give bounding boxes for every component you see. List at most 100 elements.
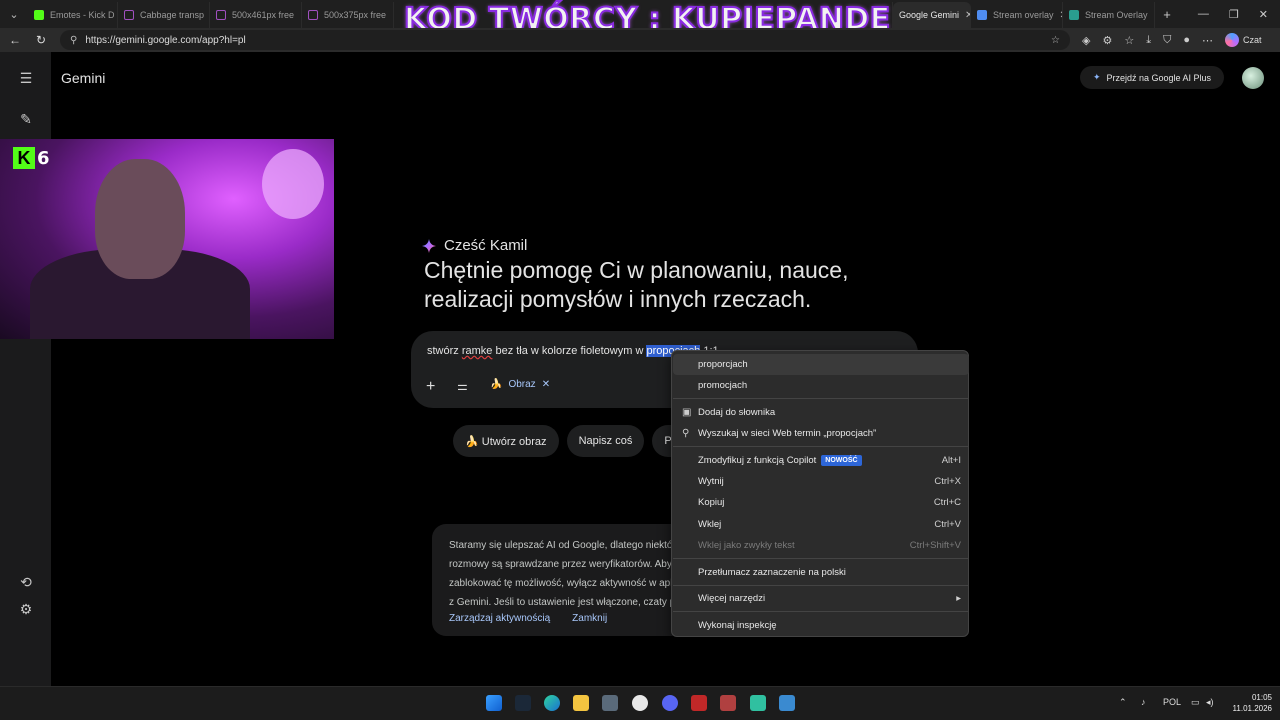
tab-label: Google Gemini <box>899 10 960 20</box>
clock-time: 01:05 <box>1251 693 1272 702</box>
add-attachment-icon[interactable]: + <box>426 378 435 396</box>
edge-icon[interactable] <box>544 695 560 711</box>
obs-icon[interactable] <box>632 695 648 711</box>
shortcut-label: Ctrl+X <box>934 476 961 487</box>
start-windows-icon[interactable] <box>486 695 502 711</box>
notice-links: Zarządzaj aktywnością Zamknij <box>449 609 607 628</box>
upgrade-label: Przejdź na Google AI Plus <box>1106 72 1212 83</box>
paste-plain-item: Wklej jako zwykły tekst Ctrl+Shift+V <box>673 535 969 556</box>
search-web-item[interactable]: ⚲ Wyszukaj w sieci Web termin „propocjach… <box>673 423 969 444</box>
chip-write-something[interactable]: Napisz coś <box>566 425 645 457</box>
more-icon[interactable]: ⋯ <box>1202 34 1213 47</box>
monitor-icon[interactable]: ▭ <box>1191 697 1200 708</box>
url-text: https://gemini.google.com/app?hl=pl <box>85 34 246 46</box>
prompt-misspelled-word: ramke <box>461 345 493 357</box>
tab-label: 500x461px free <box>232 10 295 20</box>
discord-icon[interactable] <box>662 695 678 711</box>
copilot-button[interactable]: Czat <box>1225 33 1262 47</box>
remove-chip-icon[interactable]: ✕ <box>542 379 550 390</box>
upgrade-button[interactable]: ✦ Przejdź na Google AI Plus <box>1080 66 1224 89</box>
restore-icon[interactable]: ❐ <box>1229 8 1239 21</box>
dictionary-icon: ▣ <box>682 407 692 418</box>
menu-divider <box>673 611 969 612</box>
address-toolbar: ← ↻ ⚲ https://gemini.google.com/app?hl=p… <box>0 28 1280 52</box>
tab-cabbage[interactable]: Cabbage transp ✕ <box>118 2 210 28</box>
tab-favicon-icon <box>124 10 134 20</box>
webcam-person-head <box>95 159 185 279</box>
more-tools-item[interactable]: Więcej narzędzi ▸ <box>673 588 969 609</box>
close-notice-link[interactable]: Zamknij <box>572 609 607 628</box>
favorite-star-icon[interactable]: ☆ <box>1051 35 1060 46</box>
paste-item[interactable]: Wklej Ctrl+V <box>673 514 969 535</box>
minimize-icon[interactable]: — <box>1198 8 1209 21</box>
tab-500x461[interactable]: 500x461px free ✕ <box>210 2 302 28</box>
image-tool-chip[interactable]: 🍌 Obraz ✕ <box>490 379 550 390</box>
menu-item-label: promocjach <box>698 380 748 391</box>
menu-item-label: proporcjach <box>698 359 748 370</box>
app-icon[interactable] <box>750 695 766 711</box>
app-icon[interactable] <box>691 695 707 711</box>
tab-500x375[interactable]: 500x375px free ✕ <box>302 2 394 28</box>
menu-item-label: Wykonaj inspekcję <box>698 620 777 631</box>
microphone-icon[interactable]: ♪ <box>1141 697 1146 707</box>
language-indicator[interactable]: POL <box>1163 697 1181 707</box>
favorites-icon[interactable]: ☆ <box>1124 34 1134 47</box>
webcam-overlay <box>0 139 334 339</box>
menu-divider <box>673 398 969 399</box>
tab-emotes-kick[interactable]: Emotes - Kick D ✕ <box>28 2 118 28</box>
reload-icon[interactable]: ↻ <box>34 33 48 47</box>
url-bar[interactable]: ⚲ https://gemini.google.com/app?hl=pl ☆ <box>60 30 1070 50</box>
tab-list-chevron-icon[interactable]: ⌄ <box>0 8 28 21</box>
avatar[interactable] <box>1242 67 1264 89</box>
new-chat-icon[interactable]: ✎ <box>16 109 36 129</box>
volume-icon[interactable]: ◂) <box>1206 697 1214 708</box>
steam-icon[interactable] <box>515 695 531 711</box>
tab-google-gemini[interactable]: Google Gemini ✕ <box>893 2 971 28</box>
inspect-item[interactable]: Wykonaj inspekcję <box>673 615 969 636</box>
taskbar-clock[interactable]: 01:05 11.01.2026 <box>1228 692 1272 714</box>
tab-stream-overlay-1[interactable]: Stream overlay ✕ <box>971 2 1063 28</box>
menu-divider <box>673 585 969 586</box>
extension-icon[interactable]: ◈ <box>1082 34 1090 47</box>
spell-suggestion-1[interactable]: proporcjach <box>673 354 969 375</box>
image-chip-label: Obraz <box>508 379 536 390</box>
manage-activity-link[interactable]: Zarządzaj aktywnością <box>449 609 550 628</box>
app-icon[interactable] <box>720 695 736 711</box>
tray-chevron-icon[interactable]: ⌃ <box>1119 697 1127 708</box>
menu-item-label: Wklej <box>698 519 722 530</box>
history-icon[interactable]: ⟲ <box>16 572 36 592</box>
shortcut-label: Ctrl+V <box>934 519 961 530</box>
menu-item-label: Wyszukaj w sieci Web termin „propocjach” <box>698 428 877 439</box>
file-explorer-icon[interactable] <box>573 695 589 711</box>
copilot-edit-item[interactable]: Zmodyfikuj z funkcją Copilot NOWOŚĆ Alt+I <box>673 450 969 471</box>
profile-icon[interactable]: ● <box>1183 34 1190 47</box>
site-info-icon[interactable]: ⚲ <box>70 35 77 46</box>
kick-count: 6 <box>37 147 50 169</box>
cut-item[interactable]: Wytnij Ctrl+X <box>673 471 969 492</box>
new-tab-icon[interactable]: + <box>1155 7 1179 22</box>
copy-item[interactable]: Kopiuj Ctrl+C <box>673 492 969 513</box>
menu-item-label: Wklej jako zwykły tekst <box>698 540 795 551</box>
settings-gear-icon[interactable]: ⚙ <box>16 599 36 619</box>
puzzle-icon[interactable]: ⚙ <box>1102 34 1112 47</box>
back-arrow-icon[interactable]: ← <box>8 33 22 47</box>
download-icon[interactable]: ⤓ <box>1146 34 1151 47</box>
tab-stream-overlay-2[interactable]: Stream Overlay ✕ <box>1063 2 1155 28</box>
app-icon[interactable] <box>602 695 618 711</box>
shield-icon[interactable]: ⛉ <box>1163 34 1171 47</box>
shortcut-label: Ctrl+Shift+V <box>909 540 961 551</box>
spell-suggestion-2[interactable]: promocjach <box>673 375 969 396</box>
webcam-background-plush <box>262 149 324 219</box>
translate-item[interactable]: Przetłumacz zaznaczenie na polski <box>673 562 969 583</box>
add-to-dictionary-item[interactable]: ▣ Dodaj do słownika <box>673 402 969 423</box>
kick-favicon-icon <box>34 10 44 20</box>
copilot-icon <box>1225 33 1239 47</box>
app-icon[interactable] <box>779 695 795 711</box>
menu-icon[interactable]: ☰ <box>16 68 36 88</box>
tab-favicon-icon <box>216 10 226 20</box>
window-controls: — ❐ ✕ <box>1198 8 1280 21</box>
tab-label: Emotes - Kick D <box>50 10 115 20</box>
tools-sliders-icon[interactable]: ⚌ <box>457 379 468 393</box>
chip-create-image[interactable]: 🍌 Utwórz obraz <box>453 425 559 457</box>
close-window-icon[interactable]: ✕ <box>1259 8 1268 21</box>
